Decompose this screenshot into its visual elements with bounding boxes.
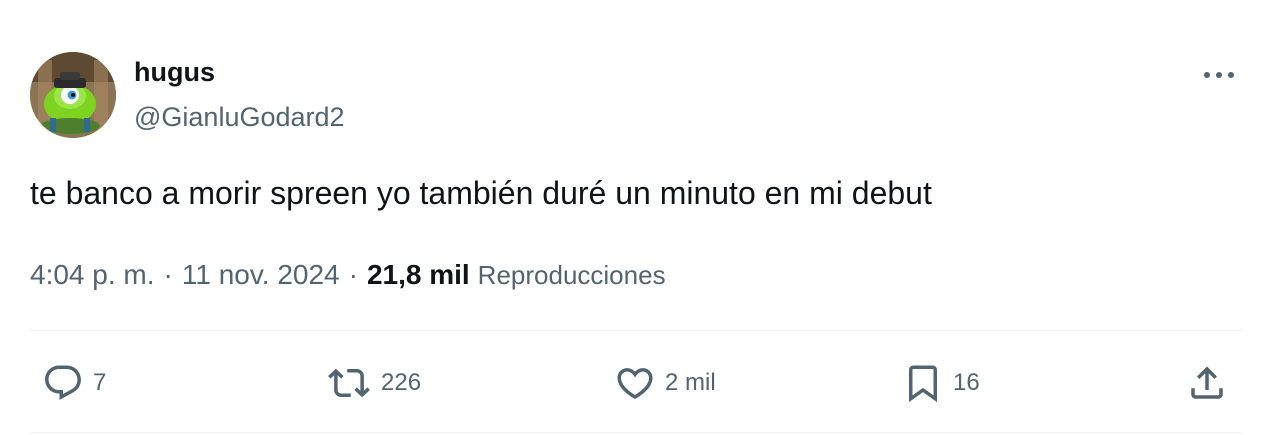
tweet-text: te banco a morir spreen yo también duré … (30, 175, 932, 211)
bookmark-button[interactable]: 16 (902, 361, 980, 405)
meta-separator: · (348, 259, 358, 290)
tweet-date[interactable]: 11 nov. 2024 (182, 259, 340, 291)
more-options-button[interactable] (1198, 60, 1240, 90)
reply-icon (45, 365, 81, 400)
views-count: 21,8 mil (366, 259, 470, 290)
meta-separator: · (163, 259, 173, 290)
share-icon (1191, 366, 1223, 399)
bookmark-icon (909, 365, 937, 403)
retweet-icon (328, 368, 370, 398)
tweet-meta: 4:04 p. m. · 11 nov. 2024 · 21,8 mil Rep… (30, 255, 666, 295)
author-handle[interactable]: @GianluGodard2 (134, 100, 345, 134)
author-display-name[interactable]: hugus (134, 55, 215, 89)
tweet-time[interactable]: 4:04 p. m. (30, 259, 155, 291)
bookmark-count: 16 (953, 369, 980, 396)
reply-count: 7 (93, 369, 107, 396)
retweet-count: 226 (381, 369, 422, 396)
like-button[interactable]: 2 mil (614, 361, 716, 405)
more-icon (1204, 72, 1234, 78)
retweet-button[interactable]: 226 (326, 361, 421, 405)
avatar-image (30, 52, 116, 138)
tweet-card: hugus @GianluGodard2 te banco a morir sp… (0, 0, 1280, 435)
heart-icon (617, 368, 653, 400)
reply-button[interactable]: 7 (42, 361, 106, 405)
divider (30, 330, 1242, 331)
divider (30, 432, 1242, 433)
views-label: Reproducciones (477, 259, 666, 290)
like-count: 2 mil (665, 369, 716, 396)
share-button[interactable] (1186, 361, 1228, 405)
avatar[interactable] (30, 52, 116, 138)
